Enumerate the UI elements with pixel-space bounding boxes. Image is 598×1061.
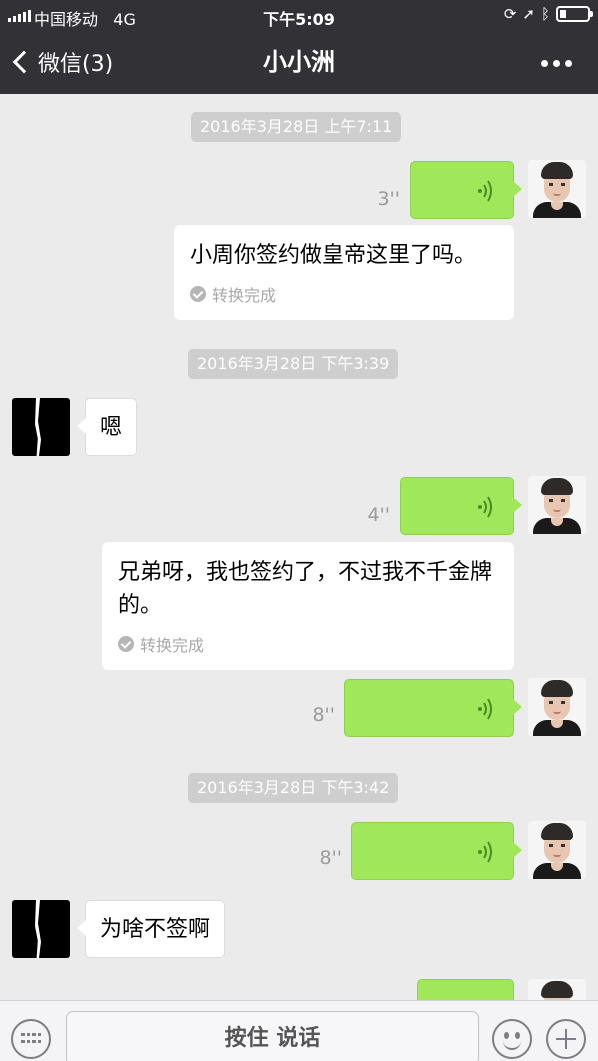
voice-to-text-card[interactable]: 小周你签约做皇帝这里了吗。 转换完成 [174, 225, 514, 320]
conversion-status: 转换完成 [118, 632, 498, 656]
avatar[interactable] [528, 160, 586, 218]
bluetooth-icon: ᛒ [540, 5, 550, 23]
voice-wave-icon [478, 496, 492, 518]
keyboard-icon[interactable] [11, 1019, 51, 1059]
voice-wave-icon [478, 841, 492, 863]
conversion-status: 转换完成 [190, 282, 498, 306]
top-bar: 中国移动 4G 下午5:09 ⟳ ➚ ᛒ 微信(3) 小小洲 [0, 0, 598, 94]
check-circle-icon [190, 286, 206, 302]
timestamp: 2016年3月28日 下午3:39 [188, 349, 399, 379]
voice-duration: 8'' [312, 704, 335, 726]
avatar[interactable] [12, 900, 70, 958]
more-icon[interactable] [541, 60, 572, 67]
check-circle-icon [118, 636, 134, 652]
status-bar: 中国移动 4G 下午5:09 ⟳ ➚ ᛒ [0, 0, 598, 32]
incoming-text-bubble[interactable]: 嗯 [76, 398, 138, 456]
back-button[interactable]: 微信(3) [10, 44, 113, 80]
battery-icon [556, 6, 593, 22]
voice-message-bubble[interactable] [351, 822, 522, 880]
emoji-icon[interactable] [492, 1019, 532, 1059]
avatar[interactable] [528, 821, 586, 879]
timestamp: 2016年3月28日 下午3:42 [188, 773, 399, 803]
chevron-left-icon [12, 50, 36, 74]
input-bar: 按住 说话 [0, 1000, 598, 1061]
voice-message-bubble[interactable] [410, 161, 522, 219]
voice-duration: 3'' [377, 188, 400, 210]
chat-area[interactable]: 2016年3月28日 上午7:11 3'' 小周你签约做皇帝这里了吗。 转换完成… [0, 94, 598, 1000]
voice-wave-icon [478, 180, 492, 202]
avatar[interactable] [528, 678, 586, 736]
voice-duration: 4'' [367, 504, 390, 526]
avatar[interactable] [12, 398, 70, 456]
voice-message-bubble[interactable] [400, 477, 522, 535]
voice-to-text-card[interactable]: 兄弟呀，我也签约了，不过我不千金牌的。 转换完成 [102, 542, 514, 670]
plus-icon[interactable] [546, 1019, 586, 1059]
incoming-text-bubble[interactable]: 为啥不签啊 [76, 900, 226, 958]
hold-to-talk-button[interactable]: 按住 说话 [66, 1011, 479, 1061]
converted-text: 兄弟呀，我也签约了，不过我不千金牌的。 [118, 560, 493, 618]
location-icon: ➚ [522, 5, 535, 23]
voice-message-bubble[interactable] [417, 979, 522, 1000]
timestamp: 2016年3月28日 上午7:11 [191, 112, 402, 142]
status-icons: ⟳ ➚ ᛒ [503, 5, 593, 23]
orientation-lock-icon: ⟳ [503, 5, 517, 23]
converted-text: 小周你签约做皇帝这里了吗。 [190, 243, 477, 268]
back-label: 微信(3) [38, 52, 114, 77]
voice-duration: 8'' [319, 847, 342, 869]
voice-message-bubble[interactable] [344, 679, 522, 737]
avatar[interactable] [528, 476, 586, 534]
avatar[interactable] [528, 979, 586, 1000]
voice-wave-icon [478, 698, 492, 720]
